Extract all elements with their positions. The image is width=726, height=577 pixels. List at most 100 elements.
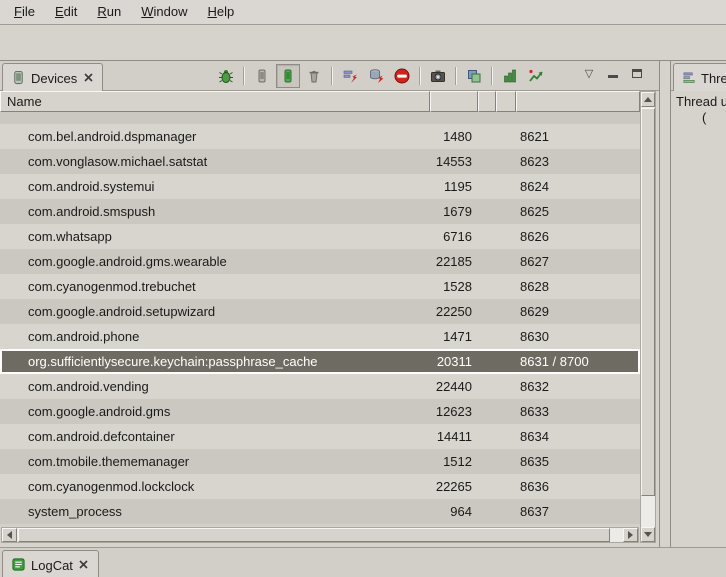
close-icon[interactable]: [82, 72, 94, 84]
update-threads-icon[interactable]: [338, 64, 362, 88]
table-row[interactable]: com.google.android.setupwizard 22250 862…: [0, 299, 640, 324]
tab-devices[interactable]: Devices: [2, 63, 103, 91]
close-icon[interactable]: [78, 559, 90, 571]
column-header-4[interactable]: [496, 91, 516, 112]
column-header-pid[interactable]: [430, 91, 478, 112]
process-port: 8637: [520, 499, 638, 524]
update-heap-icon[interactable]: [250, 64, 274, 88]
table-row[interactable]: com.whatsapp 6716 8626: [0, 224, 640, 249]
table-row[interactable]: com.android.smspush 1679 8625: [0, 199, 640, 224]
process-pid: 964: [428, 499, 472, 524]
process-name: system_process: [28, 499, 426, 524]
menu-item[interactable]: Run: [87, 0, 131, 24]
method-profiling-icon[interactable]: [498, 64, 522, 88]
process-name: com.android.systemui: [28, 174, 426, 199]
menu-item[interactable]: Edit: [45, 0, 87, 24]
table-row[interactable]: com.cyanogenmod.trebuchet 1528 8628: [0, 274, 640, 299]
panel-controls: ▽: [581, 65, 645, 81]
table-row[interactable]: system_process 964 8637: [0, 499, 640, 524]
update-heap-active-icon[interactable]: [276, 64, 300, 88]
threads-message: Thread up(: [676, 94, 726, 126]
horizontal-scroll-thumb[interactable]: [18, 528, 610, 542]
debug-bug-icon[interactable]: [214, 64, 238, 88]
process-name: com.cyanogenmod.lockclock: [28, 474, 426, 499]
process-pid: 1471: [428, 324, 472, 349]
view-menu-icon[interactable]: ▽: [581, 65, 597, 81]
table-row[interactable]: com.bel.android.dspmanager 1480 8621: [0, 124, 640, 149]
vertical-scrollbar[interactable]: [640, 91, 656, 543]
table-row[interactable]: com.cyanogenmod.lockclock 22265 8636: [0, 474, 640, 499]
menu-item[interactable]: File: [4, 0, 45, 24]
process-port: 8624: [520, 174, 638, 199]
process-port: 8636: [520, 474, 638, 499]
table-row[interactable]: com.vonglasow.michael.satstat 14553 8623: [0, 149, 640, 174]
threads-tab-bar: Threads: [671, 61, 726, 91]
table-row[interactable]: com.tmobile.thememanager 1512 8635: [0, 449, 640, 474]
scroll-down-arrow[interactable]: [641, 527, 655, 542]
process-pid: 12623: [428, 399, 472, 424]
process-port: 8631 / 8700: [520, 351, 638, 372]
table-row[interactable]: org.sufficientlysecure.keychain:passphra…: [0, 349, 640, 374]
panel-sash[interactable]: [660, 61, 670, 547]
scroll-left-arrow[interactable]: [2, 528, 17, 542]
vertical-scroll-thumb[interactable]: [641, 108, 655, 496]
table-header: Name: [0, 91, 640, 112]
column-header-port[interactable]: [516, 91, 640, 112]
process-pid: 22250: [428, 299, 472, 324]
table-row[interactable]: com.google.android.gms.wearable 22185 86…: [0, 249, 640, 274]
table-row[interactable]: com.google.android.gms 12623 8633: [0, 399, 640, 424]
dump-hprof-icon[interactable]: [364, 64, 388, 88]
process-port: 8630: [520, 324, 638, 349]
process-pid: 1528: [428, 274, 472, 299]
process-name: com.cyanogenmod.trebuchet: [28, 274, 426, 299]
process-name: com.tmobile.thememanager: [28, 449, 426, 474]
process-name: com.whatsapp: [28, 224, 426, 249]
toolbar-separator: [455, 67, 457, 85]
process-port: 8634: [520, 424, 638, 449]
view-hierarchy-icon[interactable]: [462, 64, 486, 88]
maximize-icon[interactable]: [629, 65, 645, 81]
logcat-icon: [11, 557, 26, 572]
minimize-icon[interactable]: [605, 65, 621, 81]
table-row[interactable]: com.android.vending 22440 8632: [0, 374, 640, 399]
process-name: com.bel.android.dspmanager: [28, 124, 426, 149]
tab-devices-label: Devices: [31, 70, 77, 86]
tab-logcat-label: LogCat: [31, 557, 73, 573]
bottom-tab-bar: LogCat: [0, 547, 726, 577]
process-name: com.vonglasow.michael.satstat: [28, 149, 426, 174]
devices-tab-bar: Devices: [0, 61, 659, 91]
profiling-chart-icon[interactable]: [524, 64, 548, 88]
threads-message-line: Thread up: [676, 94, 726, 110]
table-row[interactable]: com.android.defcontainer 14411 8634: [0, 424, 640, 449]
process-pid: 6716: [428, 224, 472, 249]
cause-gc-trash-icon[interactable]: [302, 64, 326, 88]
table-row[interactable]: com.android.systemui 1195 8624: [0, 174, 640, 199]
menu-item[interactable]: Help: [197, 0, 244, 24]
tab-logcat[interactable]: LogCat: [2, 550, 99, 577]
threads-icon: [682, 70, 697, 85]
process-pid: 20311: [428, 351, 472, 372]
menu-item[interactable]: Window: [131, 0, 197, 24]
column-header-name[interactable]: Name: [0, 91, 430, 112]
process-name: com.google.android.gms: [28, 399, 426, 424]
scroll-right-arrow[interactable]: [623, 528, 638, 542]
table-row[interactable]: com.android.phone 1471 8630: [0, 324, 640, 349]
horizontal-scrollbar[interactable]: [1, 527, 639, 543]
tab-threads-label: Threads: [701, 70, 726, 86]
column-header-name-label: Name: [7, 94, 42, 109]
column-header-3[interactable]: [478, 91, 496, 112]
ddms-window: File Edit Run Window Help Devices: [0, 0, 726, 577]
process-name: com.android.phone: [28, 324, 426, 349]
menu-bar: File Edit Run Window Help: [0, 0, 726, 25]
stop-process-icon[interactable]: [390, 64, 414, 88]
process-pid: 1679: [428, 199, 472, 224]
tab-threads[interactable]: Threads: [673, 63, 726, 91]
toolbar-separator: [419, 67, 421, 85]
scroll-up-arrow[interactable]: [641, 92, 655, 107]
devices-panel: Devices: [0, 61, 660, 547]
toolbar-separator: [331, 67, 333, 85]
screenshot-camera-icon[interactable]: [426, 64, 450, 88]
process-pid: 14553: [428, 149, 472, 174]
process-port: 8635: [520, 449, 638, 474]
process-port: 8621: [520, 124, 638, 149]
